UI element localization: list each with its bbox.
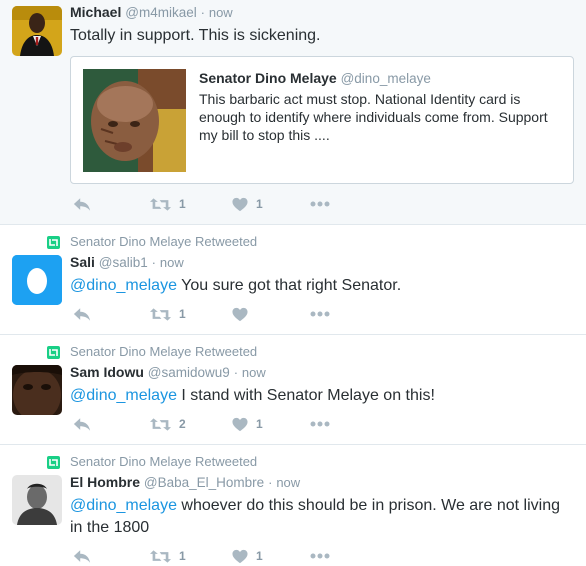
user-handle[interactable]: @samidowu9 [148, 365, 230, 380]
reply-icon [73, 197, 91, 212]
tweet[interactable]: Senator Dino Melaye Retweeted El Hombre … [0, 445, 586, 566]
tweet-header: Sali @salib1 · now [70, 253, 574, 272]
like-button[interactable]: 1 [232, 546, 263, 566]
tweet[interactable]: Senator Dino Melaye Retweeted Sali @sali… [0, 225, 586, 335]
tweet-text: @dino_melaye I stand with Senator Melaye… [70, 385, 574, 407]
more-button[interactable] [310, 414, 330, 434]
retweet-icon [150, 307, 171, 322]
retweet-button[interactable]: 2 [150, 414, 186, 434]
heart-icon [232, 197, 248, 212]
timestamp[interactable]: now [242, 365, 266, 380]
retweet-icon [150, 197, 171, 212]
like-count: 1 [256, 549, 263, 563]
retweet-context[interactable]: Senator Dino Melaye Retweeted [70, 453, 574, 471]
reply-icon [73, 417, 91, 432]
reply-button[interactable] [73, 304, 91, 324]
tweet-actions: 2 1 [70, 414, 370, 434]
user-handle[interactable]: @Baba_El_Hombre [144, 475, 264, 490]
retweet-badge-icon [47, 236, 60, 249]
tweet[interactable]: Michael @m4mikael · now Totally in suppo… [0, 0, 586, 225]
separator-dot: · [233, 365, 239, 380]
reply-button[interactable] [73, 546, 91, 566]
tweet-text-body: Totally in support. This is sickening. [70, 27, 321, 44]
tweet-text-body: You sure got that right Senator. [176, 277, 402, 294]
retweet-icon [150, 417, 171, 432]
avatar[interactable] [12, 6, 62, 56]
like-count: 1 [256, 197, 263, 211]
display-name[interactable]: Sali [70, 254, 95, 270]
timestamp[interactable]: now [160, 255, 184, 270]
reply-button[interactable] [73, 414, 91, 434]
tweet-text: @dino_melaye whoever do this should be i… [70, 495, 574, 539]
timestamp[interactable]: now [276, 475, 300, 490]
user-handle[interactable]: @salib1 [99, 255, 148, 270]
retweet-icon [150, 549, 171, 564]
like-button[interactable]: 1 [232, 194, 263, 214]
tweet-actions: 1 1 [70, 194, 370, 214]
retweet-count: 2 [179, 417, 186, 431]
retweet-context[interactable]: Senator Dino Melaye Retweeted [70, 343, 574, 361]
timestamp[interactable]: now [209, 5, 233, 20]
tweet-header: Sam Idowu @samidowu9 · now [70, 363, 574, 382]
more-button[interactable] [310, 546, 330, 566]
tweet-text: @dino_melaye You sure got that right Sen… [70, 275, 574, 297]
retweet-count: 1 [179, 307, 186, 321]
retweet-button[interactable]: 1 [150, 546, 186, 566]
quoted-display-name: Senator Dino Melaye [199, 70, 337, 86]
retweet-button[interactable]: 1 [150, 304, 186, 324]
retweet-context[interactable]: Senator Dino Melaye Retweeted [70, 233, 574, 251]
reply-icon [73, 549, 91, 564]
tweet-header: Michael @m4mikael · now [70, 3, 574, 22]
tweet-text-body: I stand with Senator Melaye on this! [176, 387, 435, 404]
heart-icon [232, 549, 248, 564]
retweet-count: 1 [179, 549, 186, 563]
more-icon [310, 311, 330, 317]
more-icon [310, 553, 330, 559]
retweet-badge-icon [47, 456, 60, 469]
heart-icon [232, 417, 248, 432]
reply-icon [73, 307, 91, 322]
display-name[interactable]: Michael [70, 4, 121, 20]
avatar[interactable] [12, 365, 62, 415]
quoted-tweet-header: Senator Dino Melaye @dino_melaye [199, 69, 559, 88]
more-icon [310, 201, 330, 207]
mention-link[interactable]: @dino_melaye [70, 387, 177, 404]
tweet[interactable]: Senator Dino Melaye Retweeted Sam Idowu … [0, 335, 586, 445]
heart-icon [232, 307, 248, 322]
like-button[interactable]: 1 [232, 414, 263, 434]
tweet-text: Totally in support. This is sickening. [70, 25, 574, 47]
separator-dot: · [268, 475, 273, 490]
reply-button[interactable] [73, 194, 91, 214]
tweet-actions: 1 1 [70, 546, 370, 566]
quoted-user-handle: @dino_melaye [340, 71, 431, 86]
more-button[interactable] [310, 194, 330, 214]
like-button[interactable] [232, 304, 256, 324]
retweet-count: 1 [179, 197, 186, 211]
quoted-tweet-image[interactable] [83, 69, 186, 172]
mention-link[interactable]: @dino_melaye [70, 277, 177, 294]
quoted-tweet-text: This barbaric act must stop. National Id… [199, 91, 548, 143]
like-count: 1 [256, 417, 263, 431]
more-icon [310, 421, 330, 427]
retweet-badge-icon [47, 346, 60, 359]
separator-dot: · [200, 5, 205, 20]
display-name[interactable]: El Hombre [70, 474, 140, 490]
mention-link[interactable]: @dino_melaye [70, 497, 177, 514]
user-handle[interactable]: @m4mikael [125, 5, 196, 20]
retweet-button[interactable]: 1 [150, 194, 186, 214]
quoted-tweet[interactable]: Senator Dino Melaye @dino_melaye This ba… [70, 56, 574, 184]
avatar[interactable] [12, 255, 62, 305]
more-button[interactable] [310, 304, 330, 324]
avatar[interactable] [12, 475, 62, 525]
display-name[interactable]: Sam Idowu [70, 364, 144, 380]
tweet-header: El Hombre @Baba_El_Hombre · now [70, 473, 574, 492]
separator-dot: · [151, 255, 157, 270]
tweet-actions: 1 [70, 304, 370, 324]
